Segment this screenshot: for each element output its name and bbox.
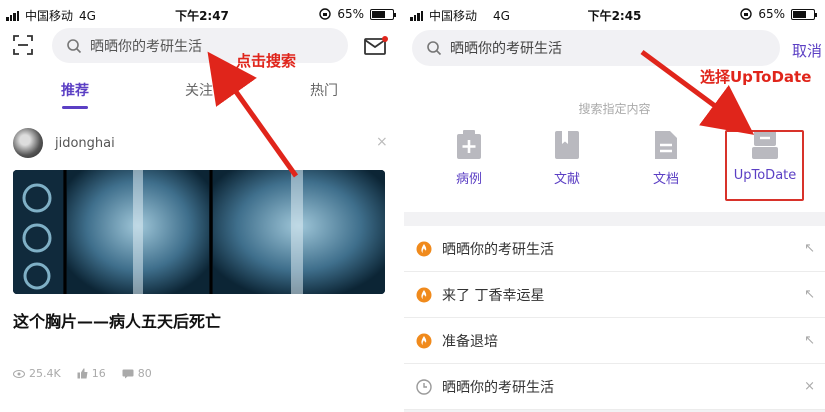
hot-fire-icon [416,333,432,348]
annotation-click-search: 点击搜索 [236,52,297,70]
tab-recommend[interactable]: 推荐 [61,80,89,100]
delete-history-icon[interactable]: × [804,379,815,394]
likes-count: 16 [91,367,106,380]
avatar[interactable] [13,128,43,158]
battery-percent: 65% [758,7,785,21]
cancel-button[interactable]: 取消 [792,40,822,61]
tab-following[interactable]: 关注 [185,80,213,100]
scope-label: 病例 [455,172,482,187]
rotation-lock-icon [740,8,753,20]
hot-fire-icon [416,287,432,302]
status-right: 65% [319,7,396,21]
search-icon [427,41,442,56]
status-right: 65% [740,7,817,21]
close-icon[interactable]: × [376,134,388,150]
history-text: 晒晒你的考研生活 [442,241,554,258]
battery-icon [370,8,396,20]
fill-query-icon[interactable]: ↖ [804,333,815,348]
battery-percent: 65% [337,7,364,21]
history-text: 来了 丁香幸运星 [442,287,545,304]
scope-document[interactable]: 文档 [621,130,711,187]
fill-query-icon[interactable]: ↖ [804,241,815,256]
status-bar: 中国移动 4G 下午2:47 65% [0,0,404,28]
scope-case[interactable]: 病例 [424,130,514,187]
scope-label: 文献 [553,172,580,187]
status-bar: 中国移动 4G 下午2:45 65% [404,0,825,28]
likes-stat[interactable]: 16 [77,367,106,380]
search-scope-title: 搜索指定内容 [578,102,651,116]
home-feed-screen: 中国移动 4G 下午2:47 65% 晒晒你的考研生活 推荐 关注 热门 jid… [0,0,404,412]
search-history-list: 晒晒你的考研生活 ↖ 来了 丁香幸运星 ↖ 准备退培 ↖ 晒晒你的考研生活 × [404,226,825,410]
search-placeholder: 晒晒你的考研生活 [90,38,202,55]
uptodate-highlight [725,130,804,201]
search-bar[interactable]: 晒晒你的考研生活 [52,28,348,63]
post-stats: 25.4K 16 80 [13,367,152,380]
case-plus-icon [457,130,481,159]
active-tab-indicator [62,106,88,109]
rotation-lock-icon [319,8,332,20]
views-stat: 25.4K [13,367,61,380]
search-screen: 中国移动 4G 下午2:45 65% 晒晒你的考研生活 取消 搜索指定内容 病例… [404,0,825,412]
history-item[interactable]: 来了 丁香幸运星 ↖ [404,272,825,318]
history-item[interactable]: 晒晒你的考研生活 × [404,364,825,410]
history-item[interactable]: 晒晒你的考研生活 ↖ [404,226,825,272]
post-title[interactable]: 这个胸片——病人五天后死亡 [13,308,221,332]
document-icon [655,131,677,159]
author-name[interactable]: jidonghai [55,136,115,151]
views-count: 25.4K [29,367,61,380]
fill-query-icon[interactable]: ↖ [804,287,815,302]
post-author[interactable]: jidonghai [13,128,115,158]
hot-fire-icon [416,241,432,256]
eye-icon [13,369,25,378]
post-image[interactable] [13,170,385,294]
history-text: 晒晒你的考研生活 [442,379,554,396]
scope-literature[interactable]: 文献 [522,130,612,187]
history-clock-icon [416,378,432,395]
search-icon [67,38,82,53]
literature-book-icon [555,131,579,159]
history-text: 准备退培 [442,333,498,350]
feed-tabs: 推荐 关注 热门 [0,72,404,112]
thumbs-up-icon [77,368,88,379]
search-query: 晒晒你的考研生活 [450,41,562,57]
comments-stat[interactable]: 80 [122,367,152,380]
search-input[interactable]: 晒晒你的考研生活 [412,30,780,66]
history-item[interactable]: 准备退培 ↖ [404,318,825,364]
comment-icon [122,369,134,378]
scope-label: 文档 [652,172,679,187]
tab-hot[interactable]: 热门 [310,80,338,100]
comments-count: 80 [137,367,152,380]
mail-icon[interactable] [364,36,388,56]
annotation-choose-uptodate: 选择UpToDate [700,68,812,86]
scan-icon[interactable] [13,35,33,55]
battery-icon [791,8,817,20]
